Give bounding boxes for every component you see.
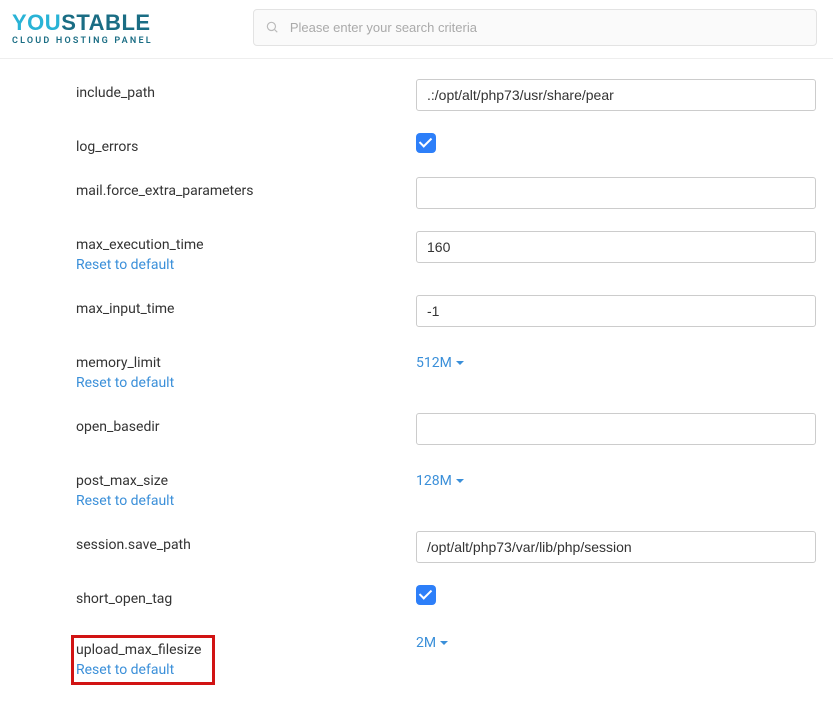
setting-checkbox-short-open-tag[interactable] — [416, 585, 436, 605]
setting-label-col: open_basedir — [76, 413, 416, 435]
setting-label: max_execution_time — [76, 237, 204, 253]
header: YOUSTABLE CLOUD HOSTING PANEL — [0, 0, 833, 59]
setting-label-col: post_max_size Reset to default — [76, 467, 416, 509]
setting-label: post_max_size — [76, 473, 168, 489]
setting-checkbox-log-errors[interactable] — [416, 133, 436, 153]
setting-label-col: memory_limit Reset to default — [76, 349, 416, 391]
setting-row-short-open-tag: short_open_tag — [76, 585, 817, 607]
reset-to-default-link[interactable]: Reset to default — [76, 493, 416, 509]
setting-row-max-input-time: max_input_time — [76, 295, 817, 327]
setting-row-upload-max-filesize: upload_max_filesize Reset to default 2M — [76, 629, 817, 685]
setting-row-log-errors: log_errors — [76, 133, 817, 155]
setting-row-mail-force-extra-parameters: mail.force_extra_parameters — [76, 177, 817, 209]
reset-to-default-link[interactable]: Reset to default — [76, 257, 416, 273]
setting-label-col: short_open_tag — [76, 585, 416, 607]
search-icon — [265, 20, 279, 34]
setting-value-col — [416, 585, 817, 605]
chevron-down-icon — [456, 361, 464, 365]
setting-input-max-execution-time[interactable] — [416, 231, 816, 263]
setting-label: include_path — [76, 85, 155, 101]
setting-dropdown-upload-max-filesize[interactable]: 2M — [416, 629, 448, 657]
setting-label: upload_max_filesize — [76, 642, 201, 658]
setting-label: open_basedir — [76, 419, 160, 435]
setting-value-col: 2M — [416, 629, 817, 657]
dropdown-value: 128M — [416, 473, 452, 489]
logo-text: YOUSTABLE — [12, 12, 153, 34]
setting-value-col: 128M — [416, 467, 817, 495]
setting-row-post-max-size: post_max_size Reset to default128M — [76, 467, 817, 509]
search-wrap — [253, 9, 817, 46]
setting-value-col — [416, 531, 817, 563]
setting-dropdown-memory-limit[interactable]: 512M — [416, 349, 464, 377]
setting-label-col: upload_max_filesize Reset to default — [76, 629, 416, 685]
setting-label: short_open_tag — [76, 591, 172, 607]
setting-row-include-path: include_path — [76, 79, 817, 111]
setting-input-max-input-time[interactable] — [416, 295, 816, 327]
setting-label-col: include_path — [76, 79, 416, 101]
chevron-down-icon — [456, 479, 464, 483]
logo: YOUSTABLE CLOUD HOSTING PANEL — [12, 8, 153, 46]
setting-value-col — [416, 295, 817, 327]
logo-primary: YOU — [12, 10, 61, 35]
setting-label-col: session.save_path — [76, 531, 416, 553]
setting-value-col — [416, 231, 817, 263]
setting-value-col — [416, 413, 817, 445]
reset-to-default-link[interactable]: Reset to default — [76, 662, 206, 678]
setting-input-session-save-path[interactable] — [416, 531, 816, 563]
setting-row-max-execution-time: max_execution_time Reset to default — [76, 231, 817, 273]
setting-label: log_errors — [76, 139, 138, 155]
reset-to-default-link[interactable]: Reset to default — [76, 375, 416, 391]
highlight-box: upload_max_filesize Reset to default — [71, 635, 215, 685]
setting-label-col: max_input_time — [76, 295, 416, 317]
setting-input-mail-force-extra-parameters[interactable] — [416, 177, 816, 209]
dropdown-value: 512M — [416, 355, 452, 371]
setting-input-open-basedir[interactable] — [416, 413, 816, 445]
setting-row-open-basedir: open_basedir — [76, 413, 817, 445]
setting-dropdown-post-max-size[interactable]: 128M — [416, 467, 464, 495]
settings-form: include_path log_errors mail.force_extra_p… — [0, 59, 833, 727]
setting-label: session.save_path — [76, 537, 191, 553]
setting-label-col: mail.force_extra_parameters — [76, 177, 416, 199]
setting-label-col: max_execution_time Reset to default — [76, 231, 416, 273]
setting-value-col — [416, 79, 817, 111]
setting-row-memory-limit: memory_limit Reset to default512M — [76, 349, 817, 391]
setting-label: mail.force_extra_parameters — [76, 183, 254, 199]
search-input[interactable] — [253, 9, 817, 46]
setting-input-include-path[interactable] — [416, 79, 816, 111]
setting-value-col — [416, 133, 817, 153]
setting-label-col: log_errors — [76, 133, 416, 155]
logo-secondary: STABLE — [61, 10, 150, 35]
setting-row-session-save-path: session.save_path — [76, 531, 817, 563]
setting-value-col: 512M — [416, 349, 817, 377]
setting-label: memory_limit — [76, 355, 161, 371]
setting-value-col — [416, 177, 817, 209]
chevron-down-icon — [440, 641, 448, 645]
logo-subtitle: CLOUD HOSTING PANEL — [12, 36, 153, 46]
setting-label: max_input_time — [76, 301, 174, 317]
dropdown-value: 2M — [416, 635, 436, 651]
